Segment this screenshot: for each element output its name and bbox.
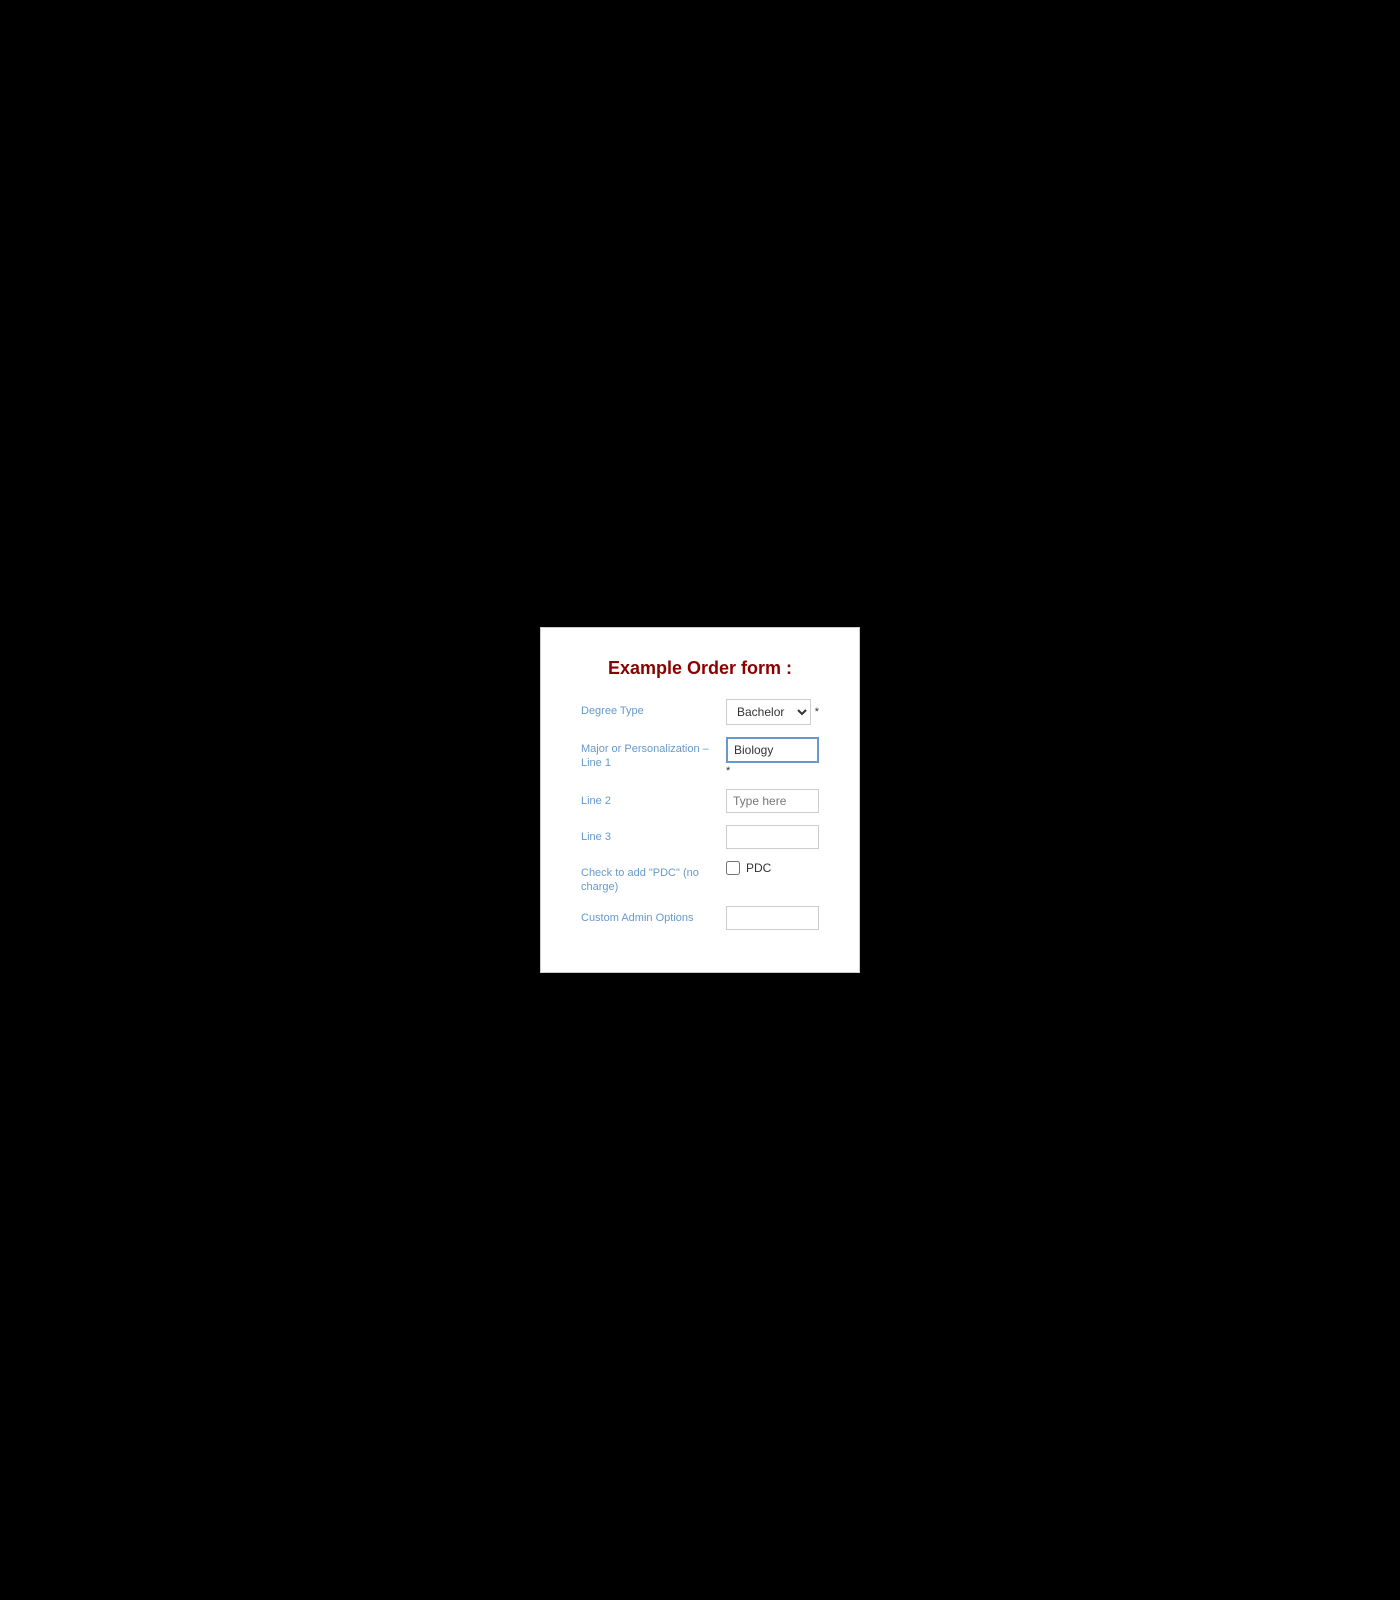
pdc-checkbox[interactable] — [726, 861, 740, 875]
line2-input[interactable] — [726, 789, 819, 813]
major-line1-label: Major or Personalization – Line 1 — [581, 737, 726, 771]
major-line1-required-star: * — [726, 765, 819, 777]
major-line1-input[interactable] — [726, 737, 819, 763]
custom-admin-input[interactable] — [726, 906, 819, 930]
form-title: Example Order form : — [581, 658, 819, 679]
line3-row: Line 3 — [581, 825, 819, 849]
degree-type-field-wrapper: Bachelor of Science Master of Science As… — [726, 699, 819, 725]
pdc-checkbox-wrapper: PDC — [726, 861, 771, 875]
degree-type-required-star: * — [815, 706, 819, 718]
line3-field-wrapper — [726, 825, 819, 849]
degree-type-label: Degree Type — [581, 699, 726, 718]
custom-admin-label: Custom Admin Options — [581, 906, 726, 925]
line2-label: Line 2 — [581, 789, 726, 808]
major-line1-field-wrapper: * — [726, 737, 819, 777]
line3-input[interactable] — [726, 825, 819, 849]
degree-type-select[interactable]: Bachelor of Science Master of Science As… — [726, 699, 811, 725]
major-line1-row: Major or Personalization – Line 1 * — [581, 737, 819, 777]
custom-admin-row: Custom Admin Options — [581, 906, 819, 930]
pdc-checkbox-label: PDC — [746, 861, 771, 875]
pdc-row: Check to add "PDC" (no charge) PDC — [581, 861, 819, 895]
line3-label: Line 3 — [581, 825, 726, 844]
pdc-label: Check to add "PDC" (no charge) — [581, 861, 726, 895]
line2-row: Line 2 — [581, 789, 819, 813]
order-form-container: Example Order form : Degree Type Bachelo… — [540, 627, 860, 974]
line2-field-wrapper — [726, 789, 819, 813]
degree-type-row: Degree Type Bachelor of Science Master o… — [581, 699, 819, 725]
custom-admin-field-wrapper — [726, 906, 819, 930]
